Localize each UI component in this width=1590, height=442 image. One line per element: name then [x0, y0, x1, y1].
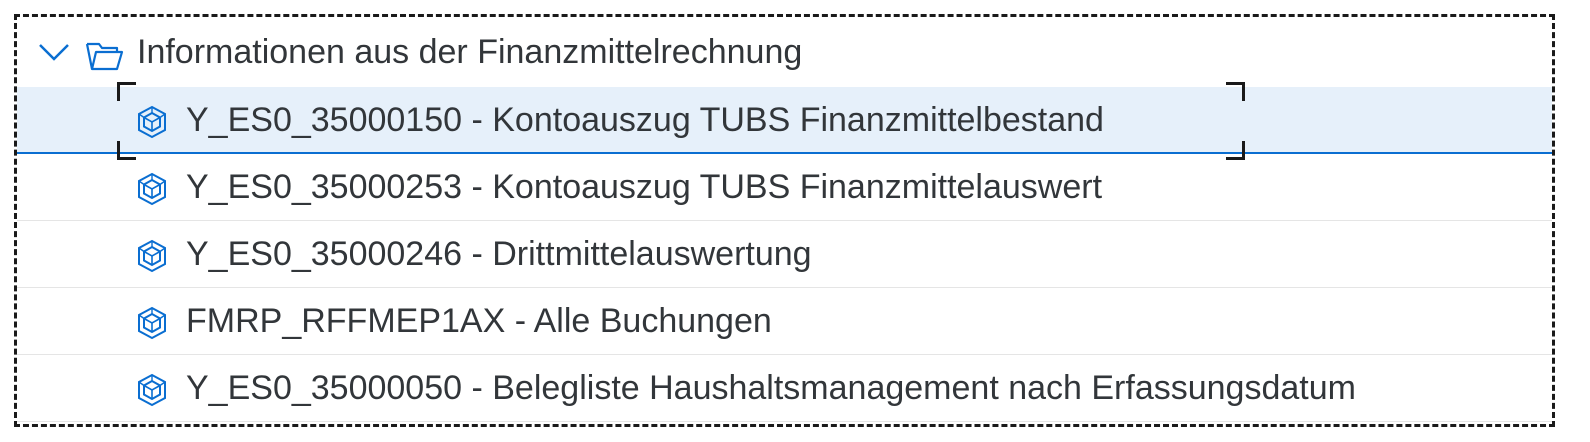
report-cube-icon — [138, 105, 166, 139]
tree-item-row[interactable]: FMRP_RFFMEP1AX - Alle Buchungen — [17, 288, 1552, 355]
tree-item-label: Y_ES0_35000150 - Kontoauszug TUBS Finanz… — [186, 101, 1104, 139]
tree-item-row[interactable]: Y_ES0_35000246 - Drittmittelauswertung — [17, 221, 1552, 288]
tree-item-label: FMRP_RFFMEP1AX - Alle Buchungen — [186, 302, 772, 340]
tree-folder-row[interactable]: Informationen aus der Finanzmittelrechnu… — [17, 17, 1552, 87]
tree-item-row[interactable]: Y_ES0_35000050 - Belegliste Haushaltsman… — [17, 355, 1552, 422]
folder-label: Informationen aus der Finanzmittelrechnu… — [137, 33, 803, 71]
tree-item-row[interactable]: Y_ES0_35000150 - Kontoauszug TUBS Finanz… — [17, 82, 1552, 160]
tree-item-label: Y_ES0_35000050 - Belegliste Haushaltsman… — [186, 369, 1356, 407]
report-cube-icon — [138, 306, 166, 340]
tree-item-row[interactable]: Y_ES0_35000253 - Kontoauszug TUBS Finanz… — [17, 154, 1552, 221]
report-cube-icon — [138, 172, 166, 206]
tree-item-label: Y_ES0_35000246 - Drittmittelauswertung — [186, 235, 812, 273]
tree-view: Informationen aus der Finanzmittelrechnu… — [17, 17, 1552, 422]
chevron-down-icon[interactable] — [37, 39, 71, 65]
report-cube-icon — [138, 239, 166, 273]
folder-open-icon — [85, 42, 124, 71]
report-cube-icon — [138, 373, 166, 407]
tree-item-label: Y_ES0_35000253 - Kontoauszug TUBS Finanz… — [186, 168, 1103, 206]
